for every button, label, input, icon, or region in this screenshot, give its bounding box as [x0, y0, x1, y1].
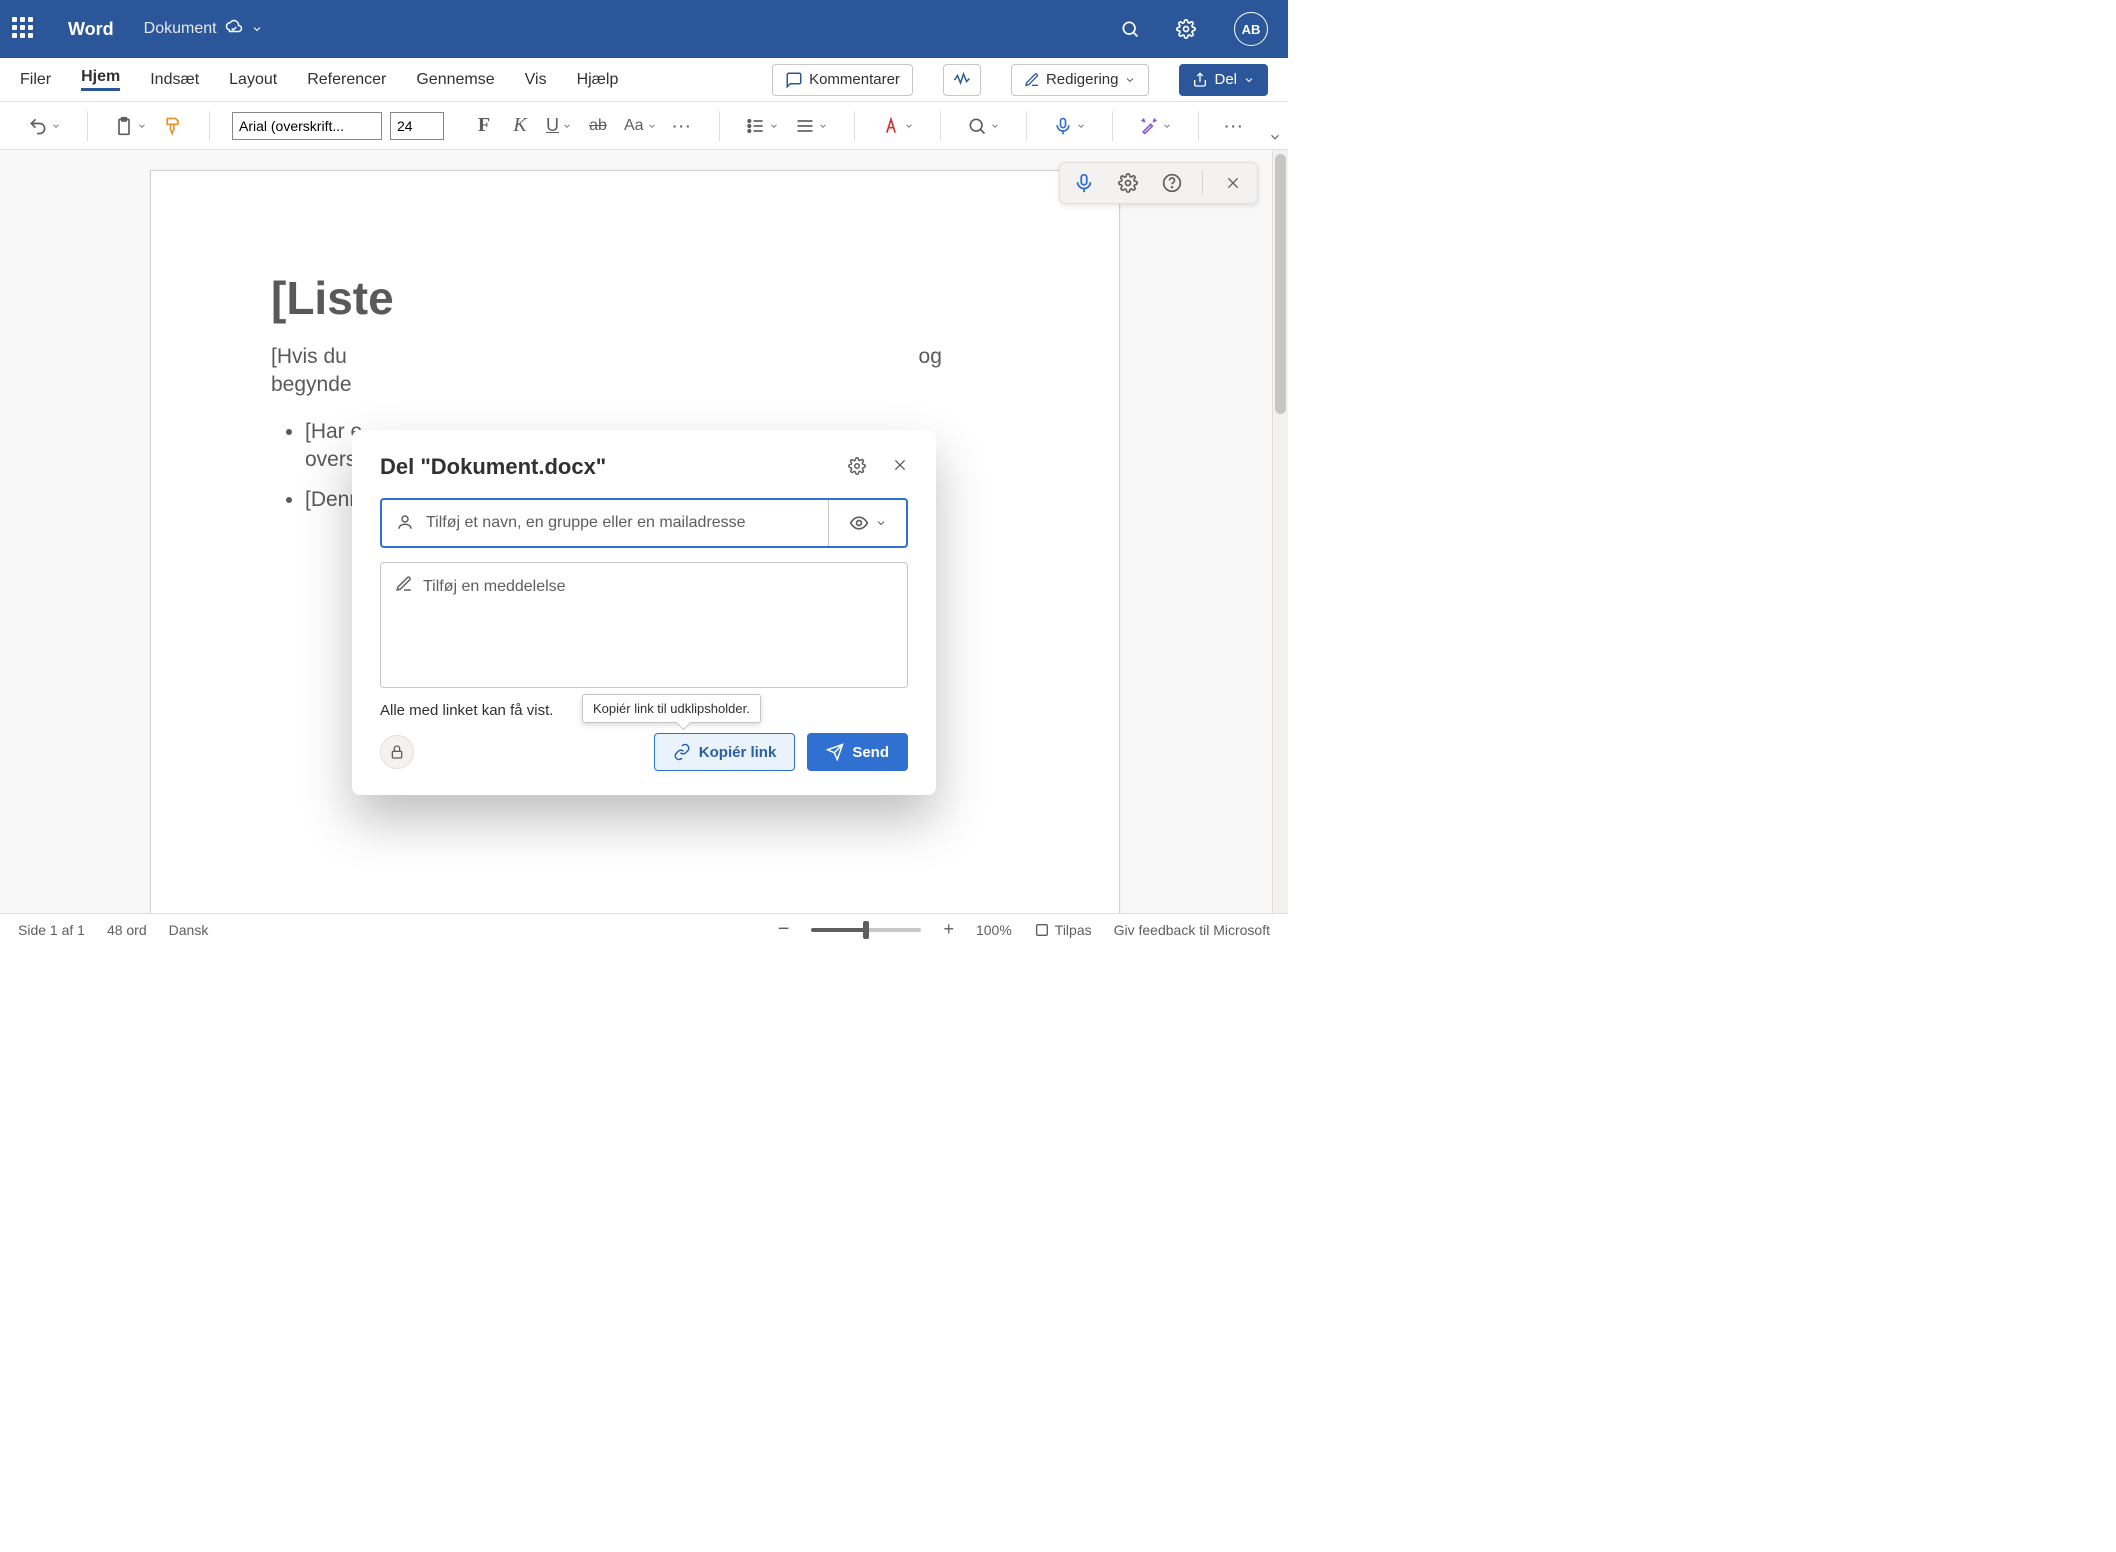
message-placeholder: Tilføj en meddelelse — [423, 578, 566, 596]
compose-icon — [395, 575, 413, 598]
zoom-slider[interactable] — [811, 928, 921, 932]
tab-indsaet[interactable]: Indsæt — [150, 71, 199, 89]
settings-icon[interactable] — [1168, 11, 1204, 47]
editing-label: Redigering — [1046, 71, 1119, 88]
tab-gennemse[interactable]: Gennemse — [416, 71, 494, 89]
fit-to-page-button[interactable]: Tilpas — [1034, 922, 1092, 938]
zoom-level[interactable]: 100% — [976, 922, 1012, 938]
copy-link-button[interactable]: Kopiér link — [654, 733, 796, 771]
strikethrough-button[interactable]: ab — [584, 111, 612, 141]
user-avatar[interactable]: AB — [1234, 12, 1268, 46]
send-label: Send — [852, 744, 889, 761]
chevron-down-icon — [251, 23, 263, 35]
tab-hjem[interactable]: Hjem — [81, 68, 120, 91]
comments-label: Kommentarer — [809, 71, 900, 88]
person-icon — [396, 513, 414, 534]
recipient-input[interactable] — [424, 513, 814, 533]
share-settings-icon[interactable] — [848, 457, 866, 478]
send-icon — [826, 743, 844, 761]
share-label: Del — [1214, 71, 1237, 88]
align-button[interactable] — [791, 111, 832, 141]
app-name: Word — [68, 19, 114, 40]
editing-mode-button[interactable]: Redigering — [1011, 64, 1150, 96]
search-icon[interactable] — [1112, 11, 1148, 47]
underline-button[interactable]: U — [542, 111, 576, 141]
send-button[interactable]: Send — [807, 733, 908, 771]
ribbon-tabs: Filer Hjem Indsæt Layout Referencer Genn… — [0, 58, 1288, 102]
fit-label: Tilpas — [1055, 922, 1092, 938]
share-close-icon[interactable] — [892, 457, 908, 478]
copy-link-tooltip: Kopiér link til udklipsholder. — [582, 694, 761, 723]
font-name-input[interactable] — [232, 112, 382, 140]
more-font-options-button[interactable]: ··· — [669, 111, 697, 141]
lock-icon[interactable] — [380, 735, 414, 769]
change-case-button[interactable]: Aa — [620, 111, 661, 141]
zoom-out-button[interactable]: − — [778, 918, 790, 941]
tab-hjaelp[interactable]: Hjælp — [577, 71, 619, 89]
comments-button[interactable]: Kommentarer — [772, 64, 913, 96]
link-icon — [673, 743, 691, 761]
zoom-slider-knob[interactable] — [863, 921, 869, 939]
document-name: Dokument — [144, 20, 217, 38]
document-name-group[interactable]: Dokument — [144, 18, 263, 41]
ribbon-toolbar: F K U ab Aa ··· — [0, 102, 1288, 150]
dictate-button[interactable] — [1049, 111, 1090, 141]
designer-button[interactable] — [1135, 111, 1176, 141]
format-painter-button[interactable] — [159, 111, 187, 141]
bullet-list-button[interactable] — [742, 111, 783, 141]
bold-button[interactable]: F — [470, 111, 498, 141]
find-button[interactable] — [963, 111, 1004, 141]
zoom-in-button[interactable]: + — [943, 919, 954, 940]
permission-dropdown[interactable] — [828, 500, 906, 546]
word-count[interactable]: 48 ord — [107, 922, 147, 938]
share-message-field[interactable]: Tilføj en meddelelse — [380, 562, 908, 688]
italic-button[interactable]: K — [506, 111, 534, 141]
app-launcher-icon[interactable] — [10, 15, 38, 43]
undo-button[interactable] — [24, 111, 65, 141]
title-bar: Word Dokument AB — [0, 0, 1288, 58]
document-stage: [Liste [Hvis du og begynde [Har e overs … — [0, 150, 1288, 913]
collapse-ribbon-button[interactable] — [1268, 130, 1282, 147]
share-button[interactable]: Del — [1179, 64, 1268, 96]
chevron-down-icon — [875, 517, 887, 529]
page-status[interactable]: Side 1 af 1 — [18, 922, 85, 938]
tab-vis[interactable]: Vis — [525, 71, 547, 89]
catch-up-button[interactable] — [943, 64, 981, 96]
status-bar: Side 1 af 1 48 ord Dansk − + 100% Tilpas… — [0, 913, 1288, 945]
font-size-input[interactable] — [390, 112, 444, 140]
avatar-initials: AB — [1242, 22, 1261, 37]
eye-icon — [849, 513, 869, 533]
font-color-button[interactable] — [877, 111, 918, 141]
tab-layout[interactable]: Layout — [229, 71, 277, 89]
tab-referencer[interactable]: Referencer — [307, 71, 386, 89]
saved-to-cloud-icon — [225, 18, 243, 41]
copy-link-label: Kopiér link — [699, 744, 777, 761]
more-commands-button[interactable]: ··· — [1221, 111, 1249, 141]
tab-filer[interactable]: Filer — [20, 71, 51, 89]
share-dialog: Del "Dokument.docx" — [352, 430, 936, 795]
language-status[interactable]: Dansk — [169, 922, 209, 938]
change-case-label: Aa — [624, 117, 644, 135]
paste-button[interactable] — [110, 111, 151, 141]
share-dialog-title: Del "Dokument.docx" — [380, 454, 606, 480]
feedback-link[interactable]: Giv feedback til Microsoft — [1114, 922, 1270, 938]
share-recipient-field — [380, 498, 908, 548]
